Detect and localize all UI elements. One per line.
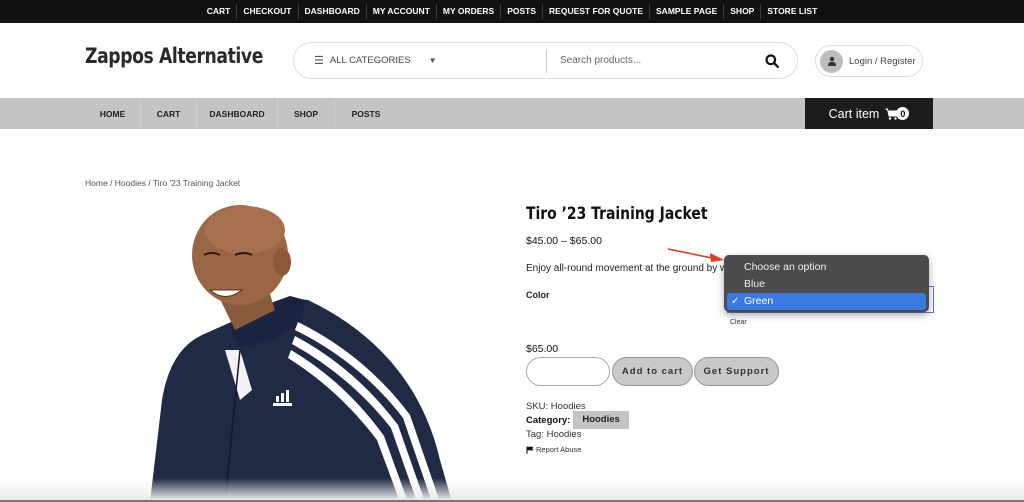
topbar-link-sample-page[interactable]: SAMPLE PAGE <box>649 4 723 19</box>
search-button[interactable] <box>747 43 797 78</box>
checkmark-icon: ✓ <box>731 296 740 307</box>
report-abuse-link[interactable]: Report Abuse <box>526 445 581 454</box>
nav-item-shop[interactable]: SHOP <box>278 98 335 129</box>
get-support-button[interactable]: Get Support <box>694 357 779 386</box>
nav-item-home[interactable]: HOME <box>85 98 141 129</box>
topbar-link-checkout[interactable]: CHECKOUT <box>236 4 297 19</box>
category-select[interactable]: ☰ ALL CATEGORIES ▼ <box>294 43 546 78</box>
user-icon <box>827 56 836 66</box>
product-tag: Tag: Hoodies <box>526 429 582 440</box>
product-price-range: $45.00 – $65.00 <box>526 235 602 247</box>
cart-item-button[interactable]: Cart item 0 <box>805 98 933 129</box>
site-logo[interactable]: Zappos Alternative <box>85 44 263 68</box>
product-title: Tiro ’23 Training Jacket <box>526 204 708 224</box>
dropdown-option-blue[interactable]: Blue <box>727 276 926 293</box>
clear-selection-link[interactable]: Clear <box>730 319 747 326</box>
color-dropdown-menu: Choose an option Blue ✓ Green <box>724 255 929 312</box>
nav-item-posts[interactable]: POSTS <box>335 98 397 129</box>
dropdown-option-choose[interactable]: Choose an option <box>727 259 926 276</box>
product-description: Enjoy all-round movement at the ground b… <box>526 263 733 274</box>
topbar-link-my-account[interactable]: MY ACCOUNT <box>365 4 436 19</box>
dropdown-option-green-label: Green <box>744 295 774 307</box>
quantity-input[interactable] <box>526 357 610 386</box>
menu-icon: ☰ <box>314 55 324 67</box>
nav-item-cart[interactable]: CART <box>141 98 197 129</box>
dropdown-option-green[interactable]: ✓ Green <box>727 293 926 310</box>
caret-down-icon: ▼ <box>428 56 437 65</box>
search-input[interactable] <box>547 55 747 66</box>
topbar-link-store-list[interactable]: STORE LIST <box>760 4 823 19</box>
search-bar: ☰ ALL CATEGORIES ▼ <box>293 42 798 79</box>
user-avatar <box>820 49 843 73</box>
report-abuse-label: Report Abuse <box>536 445 582 454</box>
variation-price: $65.00 <box>526 343 559 355</box>
product-image[interactable] <box>140 200 470 502</box>
category-label: Category: <box>526 414 571 426</box>
search-icon <box>765 53 779 68</box>
login-register-button[interactable]: Login / Register <box>815 45 923 77</box>
nav-item-dashboard[interactable]: DASHBOARD <box>197 98 278 129</box>
color-label: Color <box>526 290 550 300</box>
login-register-label: Login / Register <box>849 55 916 67</box>
topbar-link-dashboard[interactable]: DASHBOARD <box>297 4 366 19</box>
add-to-cart-button[interactable]: Add to cart <box>612 357 693 386</box>
product-category: Category: Hoodies <box>526 411 629 429</box>
flag-icon <box>526 446 534 454</box>
category-link[interactable]: Hoodies <box>573 411 629 429</box>
topbar-link-request-for-quote[interactable]: REQUEST FOR QUOTE <box>542 4 649 19</box>
cart-count-badge: 0 <box>896 107 910 120</box>
category-select-label: ALL CATEGORIES <box>329 55 411 66</box>
topbar-link-cart[interactable]: CART <box>201 4 237 19</box>
topbar-link-shop[interactable]: SHOP <box>723 4 760 19</box>
topbar-link-posts[interactable]: POSTS <box>500 4 542 19</box>
breadcrumb: Home / Hoodies / Tiro '23 Training Jacke… <box>85 178 241 188</box>
topbar-link-my-orders[interactable]: MY ORDERS <box>435 4 500 19</box>
cart-item-label: Cart item <box>828 106 880 121</box>
top-bar: CART CHECKOUT DASHBOARD MY ACCOUNT MY OR… <box>0 0 1024 23</box>
annotation-arrow-icon <box>667 248 724 262</box>
